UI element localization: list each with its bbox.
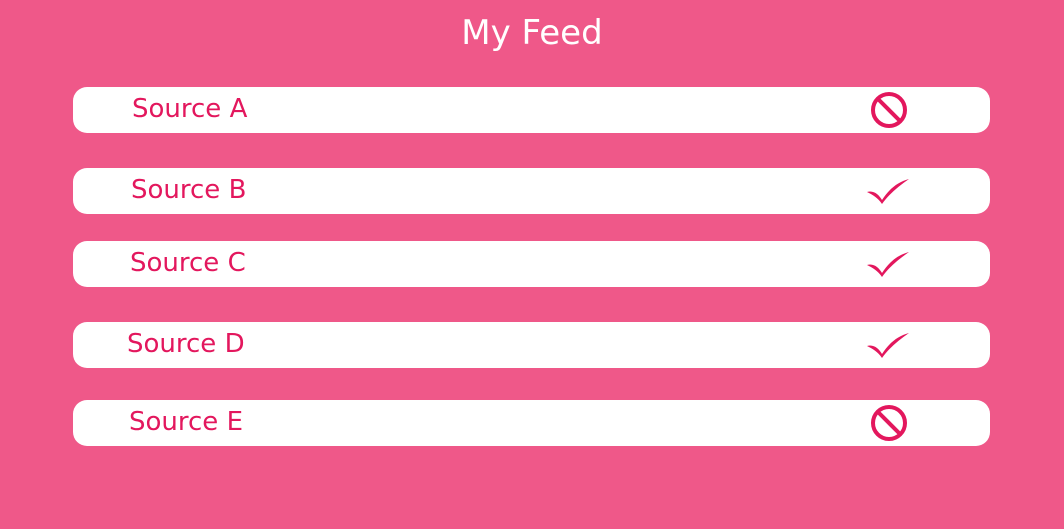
source-label: Source B: [131, 175, 247, 205]
source-row-b[interactable]: Source B: [73, 168, 990, 214]
check-icon[interactable]: [865, 168, 911, 214]
source-label: Source C: [130, 248, 246, 278]
check-icon[interactable]: [865, 322, 911, 368]
source-label: Source A: [132, 94, 248, 124]
source-row-d[interactable]: Source D: [73, 322, 990, 368]
block-icon[interactable]: [866, 400, 912, 446]
source-row-e[interactable]: Source E: [73, 400, 990, 446]
block-icon[interactable]: [866, 87, 912, 133]
source-row-c[interactable]: Source C: [73, 241, 990, 287]
page-title: My Feed: [461, 13, 603, 53]
check-icon[interactable]: [865, 241, 911, 287]
source-label: Source D: [127, 329, 245, 359]
source-row-a[interactable]: Source A: [73, 87, 990, 133]
source-label: Source E: [129, 407, 243, 437]
